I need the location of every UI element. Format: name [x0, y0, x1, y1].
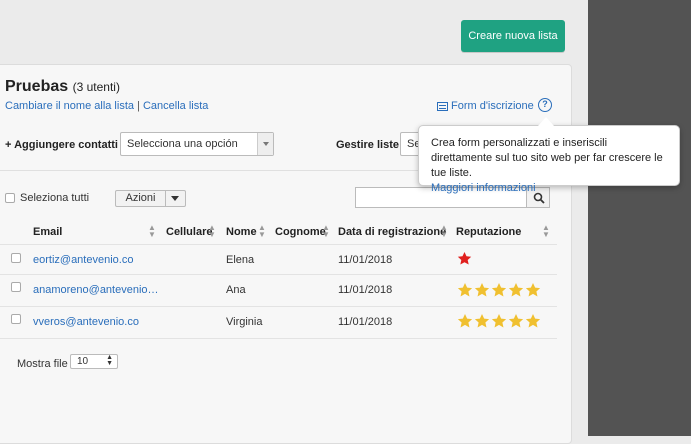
star-icon — [491, 283, 507, 297]
add-contacts-select[interactable]: Selecciona una opción — [120, 132, 274, 156]
row-divider — [0, 244, 557, 245]
list-actions: Cambiare il nome alla lista | Cancella l… — [5, 100, 208, 112]
form-info-tooltip: Crea form personalizzati e inseriscili d… — [418, 125, 680, 194]
star-icon — [474, 283, 490, 297]
contact-email[interactable]: anamoreno@antevenio… — [33, 284, 159, 296]
delete-list-link[interactable]: Cancella lista — [143, 100, 208, 112]
stepper-arrows-icon: ▲ ▼ — [106, 354, 113, 367]
rows-per-page-select[interactable]: 10 ▲ ▼ — [70, 354, 118, 369]
column-header-email[interactable]: Email — [33, 226, 62, 238]
reputation-stars — [457, 313, 541, 329]
contact-nome: Elena — [226, 254, 255, 266]
list-name: Pruebas — [5, 78, 69, 95]
actions-label: Azioni — [125, 192, 156, 204]
add-contacts-select-value: Selecciona una opción — [127, 138, 238, 150]
add-contacts-label: + Aggiungere contatti — [5, 139, 118, 151]
help-icon[interactable]: ? — [538, 98, 552, 112]
row-checkbox[interactable] — [11, 253, 21, 263]
star-icon — [508, 314, 524, 328]
sort-icon[interactable]: ▲ ▼ — [322, 224, 330, 239]
star-icon — [525, 314, 541, 328]
rows-per-page-value: 10 — [77, 356, 89, 367]
dark-background — [588, 0, 691, 436]
select-all-label: Seleziona tutti — [20, 192, 90, 204]
contact-email[interactable]: eortiz@antevenio.co — [33, 254, 133, 266]
contact-date: 11/01/2018 — [338, 284, 393, 296]
tooltip-text: Crea form personalizzati e inseriscili d… — [431, 137, 663, 179]
star-icon — [457, 283, 473, 297]
reputation-stars — [457, 282, 541, 298]
actions-dropdown-button[interactable]: Azioni — [115, 190, 186, 207]
star-icon — [457, 251, 472, 265]
sort-icon[interactable]: ▲ ▼ — [542, 224, 550, 239]
manage-lists-label: Gestire liste — [336, 139, 399, 151]
contact-date: 11/01/2018 — [338, 316, 393, 328]
select-all-checkbox[interactable] — [5, 193, 15, 203]
row-divider — [0, 306, 557, 307]
tooltip-arrow — [538, 117, 554, 126]
row-divider — [0, 338, 557, 339]
reputation-stars — [457, 251, 472, 266]
row-divider — [0, 274, 557, 275]
column-header-data[interactable]: Data di registrazione — [338, 226, 446, 238]
link-separator: | — [137, 100, 140, 112]
star-icon — [474, 314, 490, 328]
page-title: Pruebas (3 utenti) — [5, 78, 120, 96]
column-header-cellulare[interactable]: Cellulare — [166, 226, 212, 238]
row-checkbox[interactable] — [11, 282, 21, 292]
caret-down-icon — [165, 191, 185, 206]
contact-nome: Virginia — [226, 316, 263, 328]
rows-per-page-label: Mostra file — [17, 358, 68, 370]
star-icon — [525, 283, 541, 297]
row-checkbox[interactable] — [11, 314, 21, 324]
column-header-nome[interactable]: Nome — [226, 226, 257, 238]
rename-list-link[interactable]: Cambiare il nome alla lista — [5, 100, 134, 112]
chevron-down-icon — [257, 133, 273, 155]
star-icon — [508, 283, 524, 297]
sort-icon[interactable]: ▲ ▼ — [258, 224, 266, 239]
subscription-form-link[interactable]: Form d'iscrizione — [437, 100, 534, 112]
star-icon — [491, 314, 507, 328]
sort-icon[interactable]: ▲ ▼ — [440, 224, 448, 239]
sort-icon[interactable]: ▲ ▼ — [208, 224, 216, 239]
more-info-link[interactable]: Maggiori informazioni — [431, 181, 667, 196]
contact-nome: Ana — [226, 284, 246, 296]
subscription-form-label: Form d'iscrizione — [451, 100, 534, 112]
user-count: (3 utenti) — [72, 80, 120, 94]
create-list-button[interactable]: Creare nuova lista — [461, 20, 565, 52]
select-all-control[interactable]: Seleziona tutti — [5, 192, 89, 204]
column-header-reputazione[interactable]: Reputazione — [456, 226, 521, 238]
star-icon — [457, 314, 473, 328]
column-header-cognome[interactable]: Cognome — [275, 226, 326, 238]
contact-date: 11/01/2018 — [338, 254, 393, 266]
contact-email[interactable]: vveros@antevenio.co — [33, 316, 139, 328]
sort-icon[interactable]: ▲ ▼ — [148, 224, 156, 239]
form-icon — [437, 101, 448, 111]
